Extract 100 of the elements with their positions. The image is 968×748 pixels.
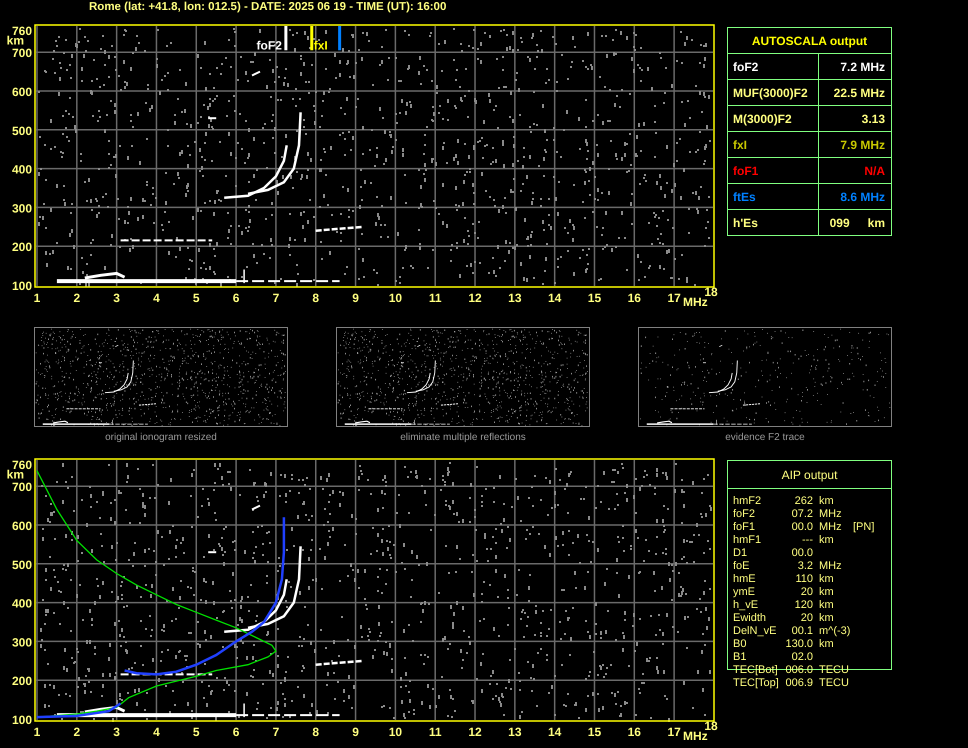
axis-tick-label: 17 bbox=[667, 291, 681, 305]
unit-text: km bbox=[868, 216, 885, 230]
axis-tick-label: 700 bbox=[12, 46, 32, 60]
value-text: 8.6 MHz bbox=[840, 190, 885, 204]
unit-text: MHz bbox=[819, 521, 843, 534]
axis-tick-label: 500 bbox=[12, 558, 32, 572]
parameter-value: 00.1 bbox=[790, 625, 814, 638]
parameter-name: B0 bbox=[733, 638, 748, 651]
parameter-name: hmF2 bbox=[733, 495, 762, 508]
marker-label: fxI bbox=[314, 38, 328, 52]
parameter-name: hmE bbox=[733, 573, 757, 586]
unit-text: km bbox=[819, 495, 835, 508]
value-text: 7.9 MHz bbox=[840, 138, 885, 152]
frequency-marker bbox=[284, 26, 288, 50]
parameter-name: Ewidth bbox=[733, 612, 768, 625]
axis-tick-label: 9 bbox=[352, 291, 359, 305]
axis-tick-label: 10 bbox=[388, 291, 402, 305]
unit-text: km bbox=[819, 586, 835, 599]
axis-tick-label: 13 bbox=[508, 725, 522, 739]
parameter-value: 20 bbox=[800, 612, 814, 625]
axis-tick-label: 10 bbox=[388, 725, 402, 739]
axis-tick-label: 600 bbox=[12, 519, 32, 533]
parameter-name: fxI bbox=[733, 138, 748, 152]
axis-tick-label: 600 bbox=[12, 85, 32, 99]
value-text: N/A bbox=[864, 164, 885, 178]
axis-tick-label: 3 bbox=[113, 725, 120, 739]
axis-tick-label: 3 bbox=[113, 291, 120, 305]
parameter-value: 00.0 bbox=[790, 521, 814, 534]
value-text: 099 bbox=[830, 216, 850, 230]
parameter-name: M(3000)F2 bbox=[733, 112, 792, 126]
axis-tick-label: 6 bbox=[232, 725, 240, 739]
parameter-name: foF1 bbox=[733, 521, 756, 534]
axis-tick-label: 11 bbox=[428, 725, 442, 739]
unit-text: m^(-3) bbox=[819, 625, 852, 638]
value-text: 3.13 bbox=[862, 112, 885, 126]
axis-tick-label: 12 bbox=[468, 725, 482, 739]
parameter-name: h'Es bbox=[733, 216, 758, 230]
parameter-value: 120 bbox=[794, 599, 814, 612]
axis-tick-label: 1 bbox=[34, 291, 40, 305]
parameter-name: hmF1 bbox=[733, 534, 762, 547]
axis-tick-label: 4 bbox=[153, 291, 160, 305]
axis-tick-label: 15 bbox=[588, 725, 602, 739]
axis-tick-label: 1 bbox=[34, 725, 40, 739]
axis-tick-label: 16 bbox=[628, 291, 641, 305]
axis-tick-label: 14 bbox=[548, 291, 562, 305]
thumbnail-caption: original ionogram resized bbox=[105, 432, 217, 443]
parameter-name: h_vE bbox=[733, 599, 760, 612]
parameter-value: 00.0 bbox=[790, 547, 814, 560]
axis-tick-label: 5 bbox=[192, 291, 200, 305]
axis-tick-label: 4 bbox=[153, 725, 160, 739]
marker-label: foF2 bbox=[256, 38, 282, 52]
axis-tick-label: 300 bbox=[12, 201, 32, 216]
axis-tick-label: 5 bbox=[192, 725, 200, 739]
parameter-name: ftEs bbox=[733, 190, 756, 204]
parameter-value: 02.0 bbox=[790, 651, 814, 664]
parameter-value: 110 bbox=[794, 573, 814, 586]
axis-tick-label: 15 bbox=[588, 291, 602, 305]
axis-tick-label: 2 bbox=[73, 725, 80, 739]
axis-tick-label: 7 bbox=[272, 291, 280, 305]
panel-title: AUTOSCALA output bbox=[728, 28, 891, 54]
ionogram-title: Rome (lat: +41.8, lon: 012.5) - DATE: 2025 06 19 - TIME (UT): 16:00 bbox=[88, 0, 448, 15]
flag-text: [PN] bbox=[853, 521, 876, 534]
unit-text: km bbox=[819, 599, 835, 612]
parameter-value: --- bbox=[801, 534, 814, 547]
axis-tick-label: 500 bbox=[12, 124, 32, 138]
axis-tick-label: 12 bbox=[468, 291, 482, 305]
thumbnail-caption: evidence F2 trace bbox=[725, 432, 805, 443]
axis-tick-label: 16 bbox=[628, 725, 641, 739]
thumbnail-caption: eliminate multiple reflections bbox=[400, 432, 526, 443]
axis-tick-label: 200 bbox=[12, 240, 32, 254]
parameter-value: 130.0 bbox=[784, 638, 814, 651]
frequency-marker bbox=[310, 26, 314, 50]
value-text: 22.5 MHz bbox=[834, 86, 885, 100]
parameter-name: foF1 bbox=[733, 164, 758, 178]
axis-tick-label: 300 bbox=[12, 635, 32, 650]
axis-tick-label: 8 bbox=[312, 725, 320, 739]
axis-tick-label: 700 bbox=[12, 480, 32, 494]
axis-tick-label: 9 bbox=[352, 725, 359, 739]
axis-tick-label: 13 bbox=[508, 291, 522, 305]
parameter-value: 07.2 bbox=[790, 508, 814, 521]
axis-tick-label: 200 bbox=[12, 674, 32, 688]
axis-tick-label: 760 bbox=[12, 458, 32, 472]
parameter-value: 20 bbox=[800, 586, 814, 599]
axis-tick-label: 8 bbox=[312, 291, 320, 305]
axis-tick-label: 14 bbox=[548, 725, 562, 739]
axis-tick-label: 7 bbox=[272, 725, 280, 739]
parameter-value: 3.2 bbox=[796, 560, 814, 573]
parameter-name: foF2 bbox=[733, 508, 756, 521]
unit-text: MHz bbox=[819, 560, 843, 573]
unit-text: TECU bbox=[819, 677, 850, 690]
axis-tick-label: 760 bbox=[12, 24, 32, 38]
axis-tick-label: 11 bbox=[428, 291, 442, 305]
parameter-name: D1 bbox=[733, 547, 748, 560]
axis-tick-label: 17 bbox=[667, 725, 681, 739]
unit-text: km bbox=[819, 612, 835, 625]
axis-tick-label: 100 bbox=[12, 713, 32, 727]
value-text: 7.2 MHz bbox=[840, 60, 885, 74]
parameter-name: foF2 bbox=[733, 60, 758, 74]
parameter-name: B1 bbox=[733, 651, 748, 664]
axis-tick-label: 100 bbox=[12, 279, 32, 293]
